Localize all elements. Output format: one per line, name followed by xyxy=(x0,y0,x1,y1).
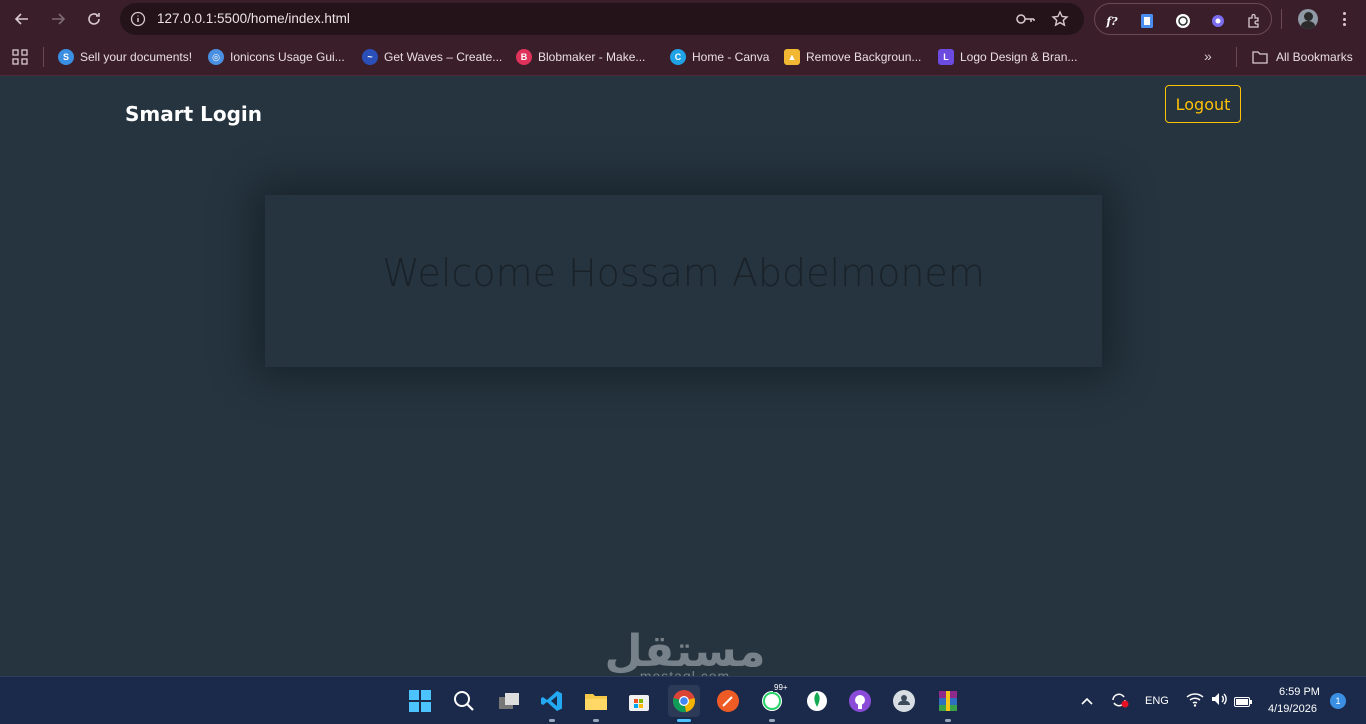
key-icon[interactable] xyxy=(1016,9,1036,29)
gear-extension-icon[interactable] xyxy=(1209,12,1227,30)
puzzle-extensions-icon[interactable] xyxy=(1245,12,1263,30)
mongodb-icon[interactable] xyxy=(801,685,833,717)
windows-start-icon[interactable] xyxy=(404,685,436,717)
bookmark-item[interactable]: ◎ Ionicons Usage Gui... xyxy=(208,48,345,66)
address-bar[interactable]: 127.0.0.1:5500/home/index.html xyxy=(120,3,1084,35)
bookmarks-bar: S Sell your documents! ◎ Ionicons Usage … xyxy=(0,38,1366,76)
url-text[interactable]: 127.0.0.1:5500/home/index.html xyxy=(157,11,350,26)
windows-taskbar: 99+ ENG 6:59 PM 4/19/2026 1 xyxy=(0,676,1366,724)
volume-icon[interactable] xyxy=(1210,691,1228,712)
waves-icon: ~ xyxy=(362,49,378,65)
sync-alert-icon[interactable] xyxy=(1110,691,1130,714)
wifi-icon[interactable] xyxy=(1186,691,1204,712)
extensions-group: f? xyxy=(1094,3,1272,35)
clock-date[interactable]: 4/19/2026 xyxy=(1268,703,1317,715)
browser-toolbar: 127.0.0.1:5500/home/index.html f? xyxy=(0,0,1366,38)
bookmark-item[interactable]: ~ Get Waves – Create... xyxy=(362,48,502,66)
bookmarks-divider xyxy=(43,47,44,67)
s-circle-icon: S xyxy=(58,49,74,65)
arrow-right-icon xyxy=(52,13,66,25)
task-view-icon[interactable] xyxy=(493,685,525,717)
vscode-icon[interactable] xyxy=(536,685,568,722)
winrar-icon[interactable] xyxy=(932,685,964,722)
forward-button[interactable] xyxy=(45,6,71,32)
github-icon[interactable] xyxy=(844,685,876,717)
reload-icon xyxy=(88,13,100,25)
globe-extension-icon[interactable] xyxy=(1174,12,1192,30)
search-icon[interactable] xyxy=(448,685,480,717)
logout-button[interactable]: Logout xyxy=(1165,85,1241,123)
clock-time[interactable]: 6:59 PM xyxy=(1279,686,1320,698)
postman-icon[interactable] xyxy=(712,685,744,717)
welcome-heading: Welcome Hossam Abdelmonem xyxy=(382,251,985,295)
language-indicator[interactable]: ENG xyxy=(1145,695,1169,707)
ionicons-icon: ◎ xyxy=(208,49,224,65)
web-page: Smart Login Logout Welcome Hossam Abdelm… xyxy=(0,77,1366,676)
bookmark-star-icon[interactable] xyxy=(1050,9,1070,29)
microsoft-store-icon[interactable] xyxy=(623,685,655,717)
welcome-card: Welcome Hossam Abdelmonem xyxy=(265,195,1102,367)
app-circle-icon[interactable] xyxy=(888,685,920,717)
arrow-left-icon xyxy=(14,13,28,25)
chrome-icon[interactable] xyxy=(668,685,700,722)
all-bookmarks-folder[interactable]: All Bookmarks xyxy=(1252,48,1353,66)
tray-overflow-chevron-icon[interactable] xyxy=(1080,693,1094,711)
reload-button[interactable] xyxy=(81,6,107,32)
bookmark-item[interactable]: B Blobmaker - Make... xyxy=(516,48,645,66)
bookmark-item[interactable]: S Sell your documents! xyxy=(58,48,192,66)
menu-kebab-icon[interactable] xyxy=(1336,10,1352,28)
logo-design-icon: L xyxy=(938,49,954,65)
fonts-extension-icon[interactable]: f? xyxy=(1103,12,1121,30)
navbar-brand[interactable]: Smart Login xyxy=(125,102,262,126)
remove-bg-icon: ▲ xyxy=(784,49,800,65)
battery-icon[interactable] xyxy=(1234,694,1252,712)
blobmaker-icon: B xyxy=(516,49,532,65)
whatsapp-icon[interactable]: 99+ xyxy=(756,683,789,722)
apps-grid-icon[interactable] xyxy=(12,49,28,70)
back-button[interactable] xyxy=(9,6,35,32)
bookmark-item[interactable]: ▲ Remove Backgroun... xyxy=(784,48,921,66)
docs-extension-icon[interactable] xyxy=(1138,12,1156,30)
toolbar-divider xyxy=(1281,9,1282,29)
notification-badge[interactable]: 1 xyxy=(1330,693,1346,709)
bookmarks-divider xyxy=(1236,47,1237,67)
file-explorer-icon[interactable] xyxy=(580,685,612,722)
folder-icon xyxy=(1252,51,1268,64)
bookmark-item[interactable]: C Home - Canva xyxy=(670,48,769,66)
profile-avatar[interactable] xyxy=(1298,9,1318,29)
bookmark-item[interactable]: L Logo Design & Bran... xyxy=(938,48,1077,66)
canva-icon: C xyxy=(670,49,686,65)
site-info-icon[interactable] xyxy=(128,9,148,29)
whatsapp-badge: 99+ xyxy=(773,683,789,692)
more-bookmarks-chevron-icon[interactable]: » xyxy=(1204,48,1212,64)
